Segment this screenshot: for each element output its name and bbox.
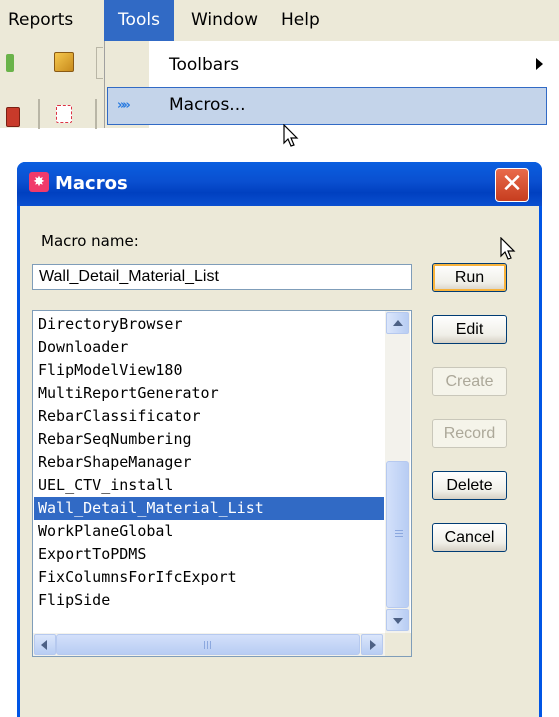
grip-line	[395, 530, 403, 531]
menu-help[interactable]: Help	[281, 0, 320, 41]
macro-name-input[interactable]: Wall_Detail_Material_List	[32, 264, 412, 290]
macro-list[interactable]: DirectoryBrowser Downloader FlipModelVie…	[32, 310, 412, 657]
menu-tools[interactable]: Tools	[104, 0, 174, 41]
list-item[interactable]: FlipSide	[38, 589, 110, 612]
close-button[interactable]: ✕	[495, 168, 529, 202]
scroll-down-button[interactable]	[386, 609, 409, 631]
delete-button[interactable]: Delete	[432, 471, 507, 500]
list-item[interactable]: MultiReportGenerator	[38, 382, 219, 405]
horizontal-scroll-thumb[interactable]	[56, 634, 360, 655]
list-item[interactable]: RebarSeqNumbering	[38, 428, 192, 451]
app-logo-icon: ✸	[29, 172, 49, 192]
dialog-title: Macros	[55, 173, 128, 194]
scroll-right-button[interactable]	[361, 634, 383, 655]
dialog-titlebar[interactable]: ✸ Macros ✕	[17, 162, 542, 206]
list-item[interactable]: UEL_CTV_install	[38, 474, 173, 497]
grip-line	[207, 641, 208, 649]
toolbar	[0, 41, 104, 129]
submenu-arrow-icon	[536, 58, 543, 70]
list-item[interactable]: Downloader	[38, 336, 128, 359]
run-button[interactable]: Run	[432, 263, 507, 292]
menu-reports[interactable]: Reports	[8, 0, 73, 41]
tools-dropdown-menu: Toolbars »» Macros...	[104, 41, 559, 128]
list-item[interactable]: WorkPlaneGlobal	[38, 520, 173, 543]
create-button[interactable]: Create	[432, 367, 507, 396]
edit-button[interactable]: Edit	[432, 315, 507, 344]
dialog-body: Macro name: Wall_Detail_Material_List Di…	[20, 206, 539, 717]
list-item[interactable]: FixColumnsForIfcExport	[38, 566, 237, 589]
menu-window[interactable]: Window	[191, 0, 258, 41]
green-tool-icon[interactable]	[6, 54, 14, 72]
select-area-icon[interactable]	[56, 105, 72, 123]
scroll-left-button[interactable]	[34, 634, 56, 655]
macros-dialog: ✸ Macros ✕ Macro name: Wall_Detail_Mater…	[17, 162, 542, 717]
grip-line	[395, 536, 403, 537]
menu-item-toolbars-label: Toolbars	[169, 55, 240, 75]
yellow-tool-icon[interactable]	[54, 52, 74, 72]
menu-item-macros-label: Macros...	[169, 95, 246, 115]
toolbar-separator	[38, 99, 40, 129]
toolbar-divider	[96, 47, 103, 79]
grip-line	[210, 641, 211, 649]
red-tool-icon[interactable]	[6, 107, 20, 127]
macro-name-label: Macro name:	[41, 232, 139, 250]
toolbar-separator	[95, 99, 97, 129]
chevron-up-icon	[393, 320, 403, 326]
list-item[interactable]: RebarShapeManager	[38, 451, 192, 474]
horizontal-scrollbar[interactable]	[33, 633, 385, 656]
list-item[interactable]: DirectoryBrowser	[38, 313, 183, 336]
chevron-down-icon	[393, 618, 403, 624]
chevron-left-icon	[41, 640, 47, 650]
record-button[interactable]: Record	[432, 419, 507, 448]
scroll-up-button[interactable]	[386, 312, 409, 334]
menu-item-toolbars[interactable]: Toolbars	[105, 45, 559, 85]
macro-chevrons-icon: »»	[117, 98, 131, 113]
grip-line	[395, 533, 403, 534]
menu-bar: Reports Tools Window Help	[0, 0, 559, 41]
list-item-selected[interactable]: Wall_Detail_Material_List	[34, 497, 384, 520]
cancel-button[interactable]: Cancel	[432, 523, 507, 552]
menu-item-macros[interactable]: »» Macros...	[105, 87, 559, 127]
chevron-right-icon	[370, 640, 376, 650]
list-item[interactable]: FlipModelView180	[38, 359, 183, 382]
list-item[interactable]: ExportToPDMS	[38, 543, 146, 566]
vertical-scrollbar[interactable]	[385, 311, 410, 633]
grip-line	[204, 641, 205, 649]
vertical-scroll-thumb[interactable]	[386, 461, 409, 608]
scrollbar-corner	[385, 633, 411, 656]
list-item[interactable]: RebarClassificator	[38, 405, 201, 428]
